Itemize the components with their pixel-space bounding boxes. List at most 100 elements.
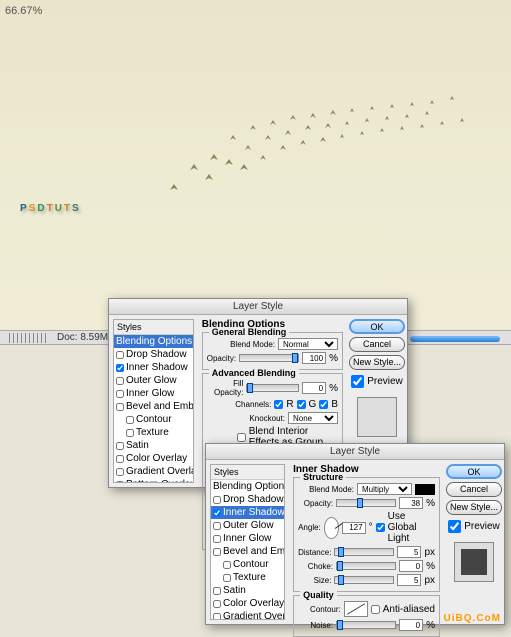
cancel-button[interactable]: Cancel [446, 482, 502, 497]
preview-checkbox[interactable] [351, 375, 364, 388]
style-checkbox[interactable] [223, 574, 231, 582]
style-checkbox[interactable] [213, 600, 221, 608]
scrollbar-thumb[interactable] [410, 336, 500, 342]
blend-mode-select[interactable]: Multiply [357, 483, 412, 495]
style-checkbox[interactable] [116, 455, 124, 463]
blending-options-row[interactable]: Blending Options: Custom [114, 335, 193, 348]
style-item[interactable]: Texture [211, 571, 284, 584]
style-item[interactable]: Inner Glow [114, 387, 193, 400]
antialias-checkbox[interactable] [371, 605, 380, 614]
distance-input[interactable] [397, 546, 421, 558]
style-checkbox[interactable] [116, 403, 124, 411]
channel-b-checkbox[interactable] [319, 400, 328, 409]
opacity-slider[interactable] [239, 354, 299, 362]
size-slider[interactable] [334, 576, 394, 584]
style-item[interactable]: Satin [211, 584, 284, 597]
size-input[interactable] [397, 574, 421, 586]
new-style-button[interactable]: New Style... [349, 355, 405, 370]
style-checkbox[interactable] [116, 468, 124, 476]
style-checkbox[interactable] [213, 509, 221, 517]
style-item[interactable]: Color Overlay [211, 597, 284, 610]
style-label: Color Overlay [126, 453, 187, 464]
fill-slider[interactable] [246, 384, 299, 392]
style-item[interactable]: Inner Glow [211, 532, 284, 545]
birds-graphic [150, 70, 490, 250]
style-item[interactable]: Drop Shadow [114, 348, 193, 361]
style-label: Satin [126, 440, 149, 451]
style-item[interactable]: Satin [114, 439, 193, 452]
adv-checkbox[interactable] [237, 433, 246, 442]
document-canvas: 66.67% PSDTUTS [0, 0, 511, 330]
ok-button[interactable]: OK [446, 464, 502, 479]
layer-style-dialog-inner-shadow: Layer Style Styles Blending Options: Def… [205, 443, 505, 625]
contour-picker[interactable] [344, 601, 368, 617]
contour-label: Contour: [310, 605, 341, 614]
style-checkbox[interactable] [213, 496, 221, 504]
styles-sidebar: Styles Blending Options: Default Drop Sh… [210, 464, 285, 620]
style-checkbox[interactable] [126, 416, 134, 424]
blending-options-label: Blending Options: Default [213, 481, 285, 492]
style-checkbox[interactable] [116, 377, 124, 385]
style-item[interactable]: Outer Glow [211, 519, 284, 532]
style-checkbox[interactable] [116, 351, 124, 359]
blend-mode-select[interactable]: Normal [278, 338, 338, 350]
style-item[interactable]: Gradient Overlay [114, 465, 193, 478]
ok-button[interactable]: OK [349, 319, 405, 334]
style-checkbox[interactable] [126, 429, 134, 437]
style-item[interactable]: Bevel and Emboss [114, 400, 193, 413]
knockout-select[interactable]: None [288, 412, 338, 424]
style-item[interactable]: Bevel and Emboss [211, 545, 284, 558]
style-item[interactable]: Contour [114, 413, 193, 426]
style-item[interactable]: Outer Glow [114, 374, 193, 387]
choke-input[interactable] [399, 560, 423, 572]
style-item[interactable]: Pattern Overlay [114, 478, 193, 483]
opacity-input[interactable] [399, 497, 423, 509]
style-label: Bevel and Emboss [223, 546, 285, 557]
px-label: px [424, 575, 435, 586]
preview-checkbox[interactable] [448, 520, 461, 533]
preview-label: Preview [464, 521, 500, 532]
cancel-button[interactable]: Cancel [349, 337, 405, 352]
style-label: Drop Shadow [223, 494, 284, 505]
channel-r-checkbox[interactable] [274, 400, 283, 409]
channel-g-checkbox[interactable] [297, 400, 306, 409]
opacity-input[interactable] [302, 352, 326, 364]
angle-input[interactable] [342, 522, 366, 534]
styles-header[interactable]: Styles [211, 465, 284, 480]
style-item[interactable]: Color Overlay [114, 452, 193, 465]
style-item[interactable]: Drop Shadow [211, 493, 284, 506]
choke-slider[interactable] [336, 562, 396, 570]
style-checkbox[interactable] [223, 561, 231, 569]
pct-label: % [329, 383, 338, 394]
style-checkbox[interactable] [116, 390, 124, 398]
general-blending-legend: General Blending [209, 327, 290, 337]
style-checkbox[interactable] [116, 481, 124, 484]
fill-input[interactable] [302, 382, 326, 394]
noise-input[interactable] [399, 619, 423, 631]
style-item[interactable]: Gradient Overlay [211, 610, 284, 620]
style-checkbox[interactable] [213, 522, 221, 530]
style-checkbox[interactable] [116, 442, 124, 450]
opacity-slider[interactable] [336, 499, 396, 507]
style-checkbox[interactable] [213, 535, 221, 543]
noise-slider[interactable] [336, 621, 396, 629]
style-checkbox[interactable] [116, 364, 124, 372]
dialog-title[interactable]: Layer Style [206, 444, 504, 460]
styles-header[interactable]: Styles [114, 320, 193, 335]
angle-dial[interactable] [324, 517, 339, 539]
style-checkbox[interactable] [213, 548, 221, 556]
style-checkbox[interactable] [213, 587, 221, 595]
channel-g-label: G [309, 399, 317, 410]
blending-options-row[interactable]: Blending Options: Default [211, 480, 284, 493]
global-light-checkbox[interactable] [376, 523, 385, 532]
preview-swatch [454, 542, 494, 582]
color-swatch[interactable] [415, 484, 435, 495]
new-style-button[interactable]: New Style... [446, 500, 502, 515]
style-item[interactable]: Contour [211, 558, 284, 571]
distance-slider[interactable] [334, 548, 394, 556]
dialog-title[interactable]: Layer Style [109, 299, 407, 315]
style-item[interactable]: Texture [114, 426, 193, 439]
style-item[interactable]: Inner Shadow [114, 361, 193, 374]
style-checkbox[interactable] [213, 613, 221, 621]
style-item[interactable]: Inner Shadow [211, 506, 284, 519]
